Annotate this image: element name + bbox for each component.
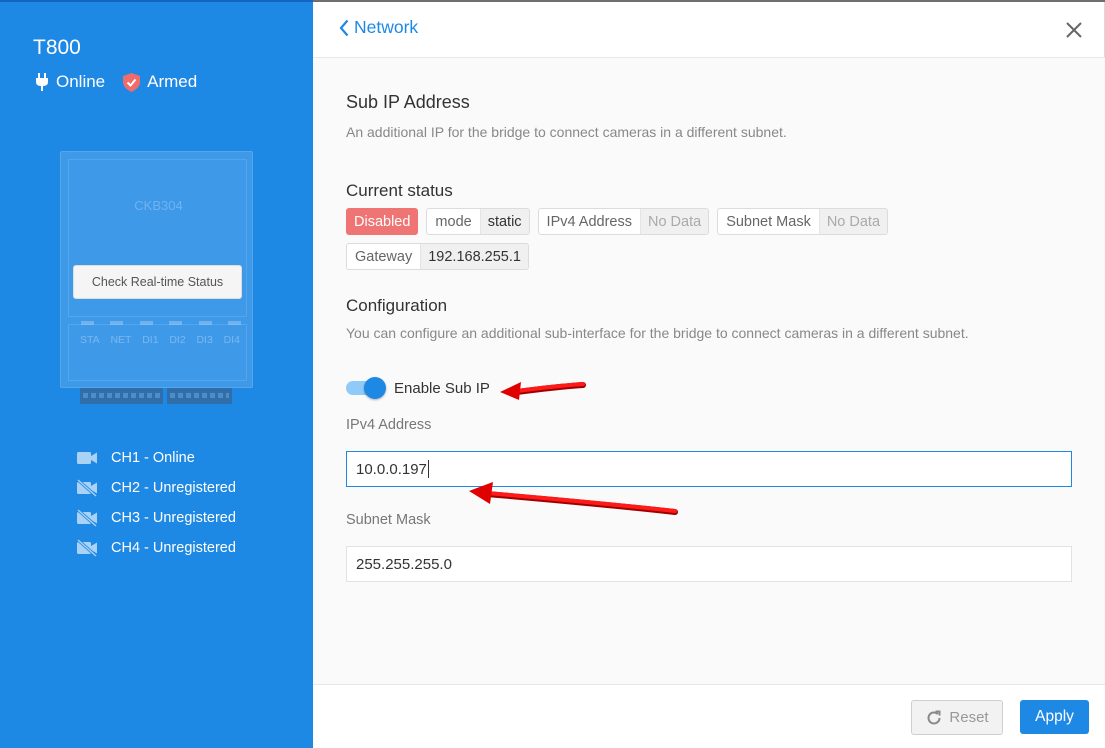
toggle-knob — [364, 377, 386, 399]
armed-status: Armed — [123, 72, 197, 92]
channel-label: CH1 - Online — [111, 450, 195, 466]
back-to-network-link[interactable]: Network — [339, 17, 418, 38]
subnet-mask-tag-key: Subnet Mask — [726, 213, 811, 230]
led-indicator — [169, 321, 183, 325]
channel-item[interactable]: CH2 - Unregistered — [76, 473, 236, 503]
armed-label: Armed — [147, 72, 198, 91]
terminal-block — [80, 388, 163, 404]
ipv4-tag: IPv4 Address No Data — [537, 208, 710, 235]
device-name: T800 — [33, 36, 81, 59]
sub-ip-title: Sub IP Address — [346, 92, 470, 112]
channel-list: CH1 - Online CH2 - Unregistered CH3 - Un… — [76, 443, 236, 563]
network-settings-panel: Network Sub IP Address An additional IP … — [313, 0, 1105, 748]
channel-label: CH3 - Unregistered — [111, 510, 236, 526]
ipv4-tag-value: No Data — [639, 209, 709, 234]
subnet-mask-tag: Subnet Mask No Data — [717, 208, 889, 235]
ipv4-tag-key: IPv4 Address — [546, 213, 632, 230]
status-tags-row-2: Gateway 192.168.255.1 — [346, 243, 537, 270]
channel-label: CH2 - Unregistered — [111, 480, 236, 496]
online-label: Online — [56, 72, 106, 91]
channel-item[interactable]: CH4 - Unregistered — [76, 533, 236, 563]
refresh-icon — [927, 710, 941, 724]
reset-button[interactable]: Reset — [911, 700, 1003, 735]
device-status-row: Online Armed — [35, 72, 215, 92]
camera-off-icon — [77, 539, 97, 557]
chevron-left-icon — [339, 19, 349, 36]
ipv4-address-label: IPv4 Address — [346, 417, 432, 433]
device-port-panel — [68, 324, 247, 381]
shield-icon — [123, 72, 141, 92]
camera-off-icon — [77, 479, 97, 497]
panel-content: Sub IP Address An additional IP for the … — [313, 58, 1105, 684]
back-link-label: Network — [354, 17, 419, 37]
ipv4-address-input[interactable]: 10.0.0.197 — [346, 451, 1072, 487]
configuration-title: Configuration — [346, 296, 448, 315]
device-sidebar: T800 Online Armed CKB304 Check Real-time… — [0, 0, 313, 748]
channel-item[interactable]: CH1 - Online — [76, 443, 236, 473]
ipv4-address-value: 10.0.0.197 — [356, 460, 427, 478]
port-label: DI1 — [142, 334, 159, 346]
current-status-title: Current status — [346, 181, 453, 200]
mode-tag-value: static — [479, 209, 529, 234]
led-indicator — [110, 321, 124, 325]
port-label: DI3 — [196, 334, 213, 346]
port-label: DI4 — [223, 334, 240, 346]
text-caret — [427, 460, 429, 478]
device-led-row — [81, 321, 241, 325]
apply-button[interactable]: Apply — [1020, 700, 1089, 734]
reset-button-label: Reset — [949, 709, 989, 726]
annotation-arrow — [500, 382, 586, 400]
panel-footer: Reset Apply — [313, 684, 1105, 748]
port-label: NET — [110, 334, 132, 346]
sub-ip-description: An additional IP for the bridge to conne… — [346, 124, 787, 140]
sidebar-top-strip — [0, 0, 313, 2]
app-window: T800 Online Armed CKB304 Check Real-time… — [0, 0, 1105, 748]
subnet-mask-label: Subnet Mask — [346, 512, 431, 528]
online-status: Online — [35, 72, 105, 92]
mode-tag: mode static — [426, 208, 530, 235]
plug-icon — [36, 73, 48, 91]
camera-off-icon — [77, 509, 97, 527]
gateway-tag: Gateway 192.168.255.1 — [346, 243, 529, 270]
channel-label: CH4 - Unregistered — [111, 540, 236, 556]
status-badge-label: Disabled — [354, 213, 411, 230]
check-realtime-status-button[interactable]: Check Real-time Status — [73, 265, 242, 299]
led-indicator — [139, 321, 153, 325]
enable-sub-ip-toggle[interactable] — [346, 377, 386, 399]
device-port-labels: STA NET DI1 DI2 DI3 DI4 — [80, 334, 240, 346]
channel-item[interactable]: CH3 - Unregistered — [76, 503, 236, 533]
terminal-block — [167, 388, 232, 404]
panel-header: Network — [313, 2, 1105, 58]
annotation-arrow — [469, 482, 678, 515]
status-badge: Disabled — [346, 208, 419, 235]
enable-sub-ip-toggle-row[interactable]: Enable Sub IP — [346, 377, 490, 399]
device-illustration: CKB304 Check Real-time Status STA NET DI… — [60, 151, 253, 388]
gateway-tag-value: 192.168.255.1 — [420, 244, 528, 269]
close-icon[interactable] — [1064, 20, 1084, 40]
status-tags-row: Disabled mode static IPv4 Address No Dat… — [346, 208, 896, 235]
port-label: STA — [80, 334, 100, 346]
led-indicator — [81, 321, 94, 325]
device-model-label: CKB304 — [134, 198, 183, 213]
enable-sub-ip-label: Enable Sub IP — [394, 379, 490, 397]
led-indicator — [198, 321, 212, 325]
led-indicator — [227, 321, 241, 325]
configuration-description: You can configure an additional sub-inte… — [346, 325, 969, 341]
subnet-mask-tag-value: No Data — [818, 209, 888, 234]
gateway-tag-key: Gateway — [355, 248, 413, 265]
subnet-mask-value: 255.255.255.0 — [356, 555, 452, 573]
subnet-mask-input[interactable]: 255.255.255.0 — [346, 546, 1072, 582]
port-label: DI2 — [169, 334, 186, 346]
camera-icon — [77, 452, 97, 464]
mode-tag-key: mode — [435, 213, 472, 230]
